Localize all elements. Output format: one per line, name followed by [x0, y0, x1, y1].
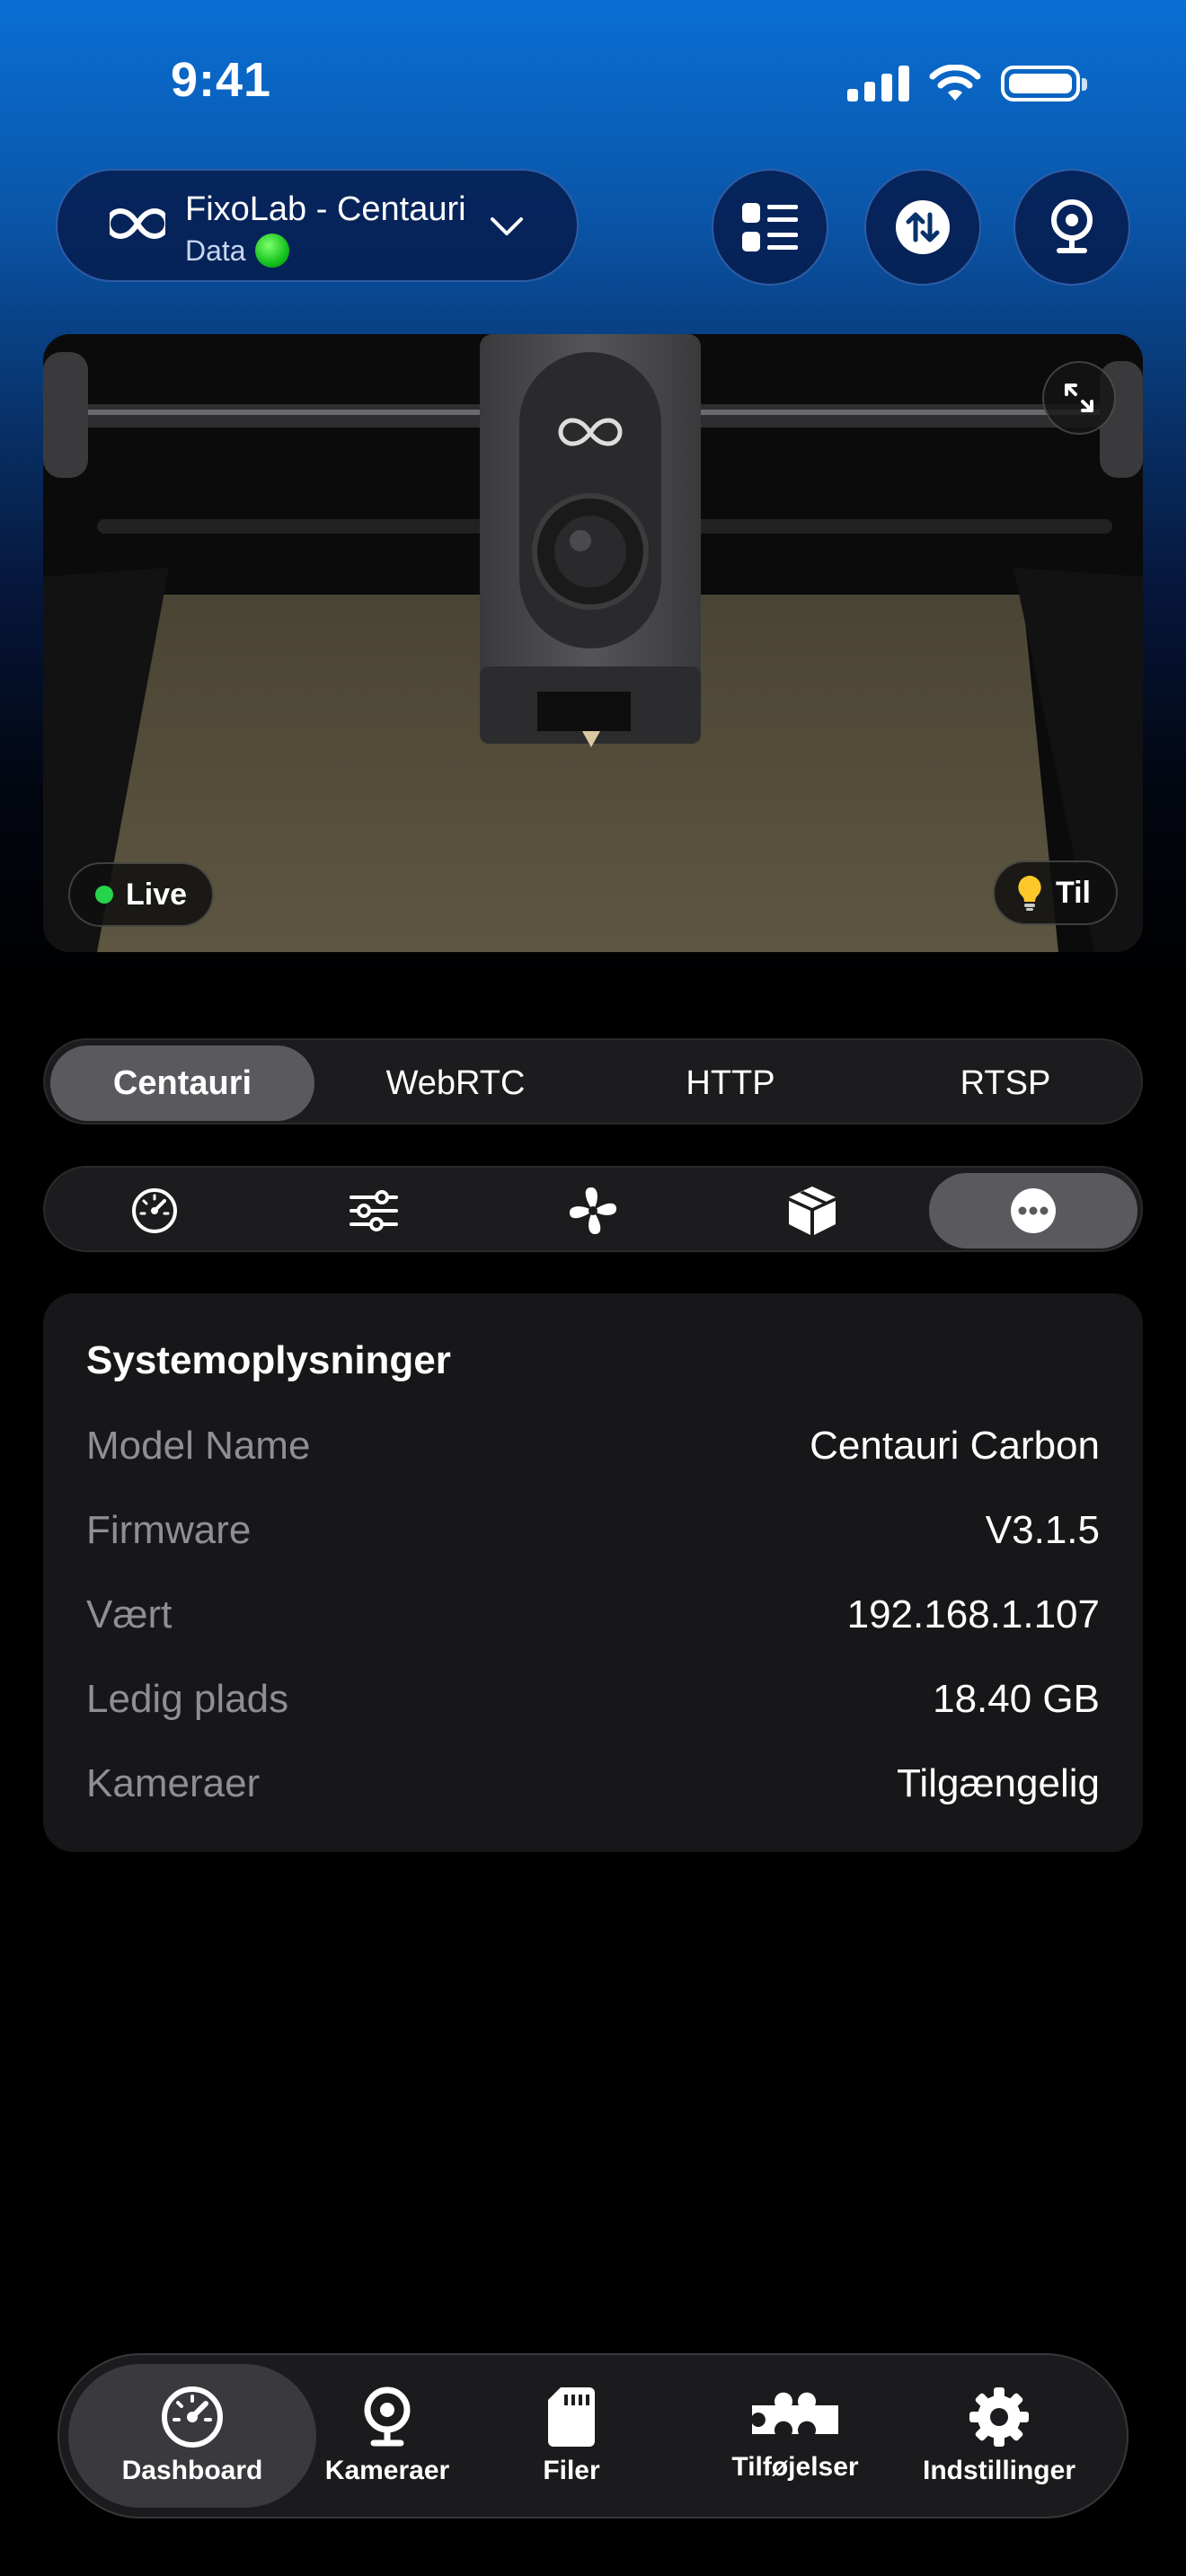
transfer-button[interactable]: [864, 169, 981, 286]
light-label: Til: [1055, 875, 1091, 910]
info-value: Centauri Carbon: [810, 1424, 1100, 1468]
chevron-down-icon: [491, 217, 523, 235]
info-row: Vært 192.168.1.107: [86, 1588, 1100, 1642]
camera-view[interactable]: Live Til: [43, 334, 1143, 952]
stream-option-http[interactable]: HTTP: [598, 1045, 863, 1121]
puzzle-icon: [752, 2392, 838, 2434]
tab-controls[interactable]: [270, 1173, 478, 1248]
printer-sub-label: Data: [185, 234, 246, 267]
info-row: Kameraer Tilgængelig: [86, 1757, 1100, 1811]
list-button[interactable]: [712, 169, 828, 286]
nav-label: Kameraer: [324, 2456, 450, 2485]
sliders-icon: [350, 1190, 398, 1231]
info-row: Ledig plads 18.40 GB: [86, 1672, 1100, 1726]
info-label: Vært: [86, 1592, 173, 1636]
status-time: 9:41: [171, 53, 272, 107]
bottom-tab-bar: Dashboard Kameraer Filer Tilføjelser Ind…: [58, 2353, 1128, 2519]
wifi-icon: [929, 65, 981, 101]
info-value: 18.40 GB: [933, 1677, 1100, 1721]
gauge-icon: [162, 2386, 223, 2448]
info-label: Model Name: [86, 1424, 311, 1468]
light-toggle[interactable]: Til: [992, 860, 1118, 925]
info-row: Firmware V3.1.5: [86, 1504, 1100, 1557]
printer-connection-status: Data: [185, 234, 289, 268]
list-icon: [742, 203, 798, 251]
gear-icon: [969, 2387, 1029, 2447]
fan-icon: [569, 1187, 617, 1235]
webcam-icon: [1051, 199, 1093, 253]
nav-files[interactable]: Filer: [527, 2364, 616, 2508]
live-badge: Live: [68, 862, 215, 927]
battery-icon: [1001, 66, 1087, 101]
info-value: Tilgængelig: [897, 1761, 1100, 1805]
info-value: V3.1.5: [985, 1508, 1100, 1552]
nav-label: Indstillinger: [922, 2456, 1075, 2485]
status-ok-indicator: [254, 234, 289, 268]
gauge-icon: [132, 1188, 177, 1233]
fullscreen-button[interactable]: [1042, 361, 1116, 435]
info-label: Ledig plads: [86, 1677, 289, 1721]
live-dot: [95, 886, 113, 904]
expand-icon: [1065, 384, 1093, 412]
stream-option-webrtc[interactable]: WebRTC: [323, 1045, 588, 1121]
nav-addons[interactable]: Tilføjelser: [719, 2364, 872, 2508]
system-info-title: Systemoplysninger: [86, 1338, 451, 1382]
transfer-icon: [896, 200, 950, 254]
nav-cameras[interactable]: Kameraer: [320, 2364, 455, 2508]
printer-name: FixoLab - Centauri: [185, 190, 466, 228]
stream-option-centauri[interactable]: Centauri: [50, 1045, 314, 1121]
camera-feed-image: [43, 334, 1143, 952]
sd-card-icon: [548, 2387, 595, 2447]
info-value: 192.168.1.107: [846, 1592, 1100, 1636]
tab-more[interactable]: [929, 1173, 1137, 1248]
stream-option-rtsp[interactable]: RTSP: [873, 1045, 1137, 1121]
system-info-card: Systemoplysninger Model Name Centauri Ca…: [43, 1293, 1143, 1852]
tab-fans[interactable]: [489, 1173, 697, 1248]
nav-label: Dashboard: [121, 2456, 263, 2485]
status-icons: [847, 65, 1087, 102]
info-label: Firmware: [86, 1508, 252, 1552]
tab-filament[interactable]: [708, 1173, 916, 1248]
info-row: Model Name Centauri Carbon: [86, 1419, 1100, 1473]
tab-status[interactable]: [50, 1173, 259, 1248]
light-bulb-icon: [1018, 876, 1041, 911]
nav-label: Tilføjelser: [731, 2452, 859, 2482]
webcam-button[interactable]: [1013, 169, 1130, 286]
cellular-signal-icon: [847, 66, 909, 101]
webcam-icon: [364, 2386, 411, 2447]
more-icon: [1011, 1188, 1056, 1233]
info-label: Kameraer: [86, 1761, 261, 1805]
nav-settings[interactable]: Indstillinger: [909, 2364, 1089, 2508]
panel-tab-bar: [43, 1166, 1143, 1252]
stream-source-selector: Centauri WebRTC HTTP RTSP: [43, 1038, 1143, 1125]
box-icon: [789, 1187, 836, 1235]
infinity-logo-icon: [110, 207, 165, 240]
printer-selector[interactable]: FixoLab - Centauri Data: [56, 169, 579, 282]
nav-dashboard[interactable]: Dashboard: [68, 2364, 316, 2508]
nav-label: Filer: [543, 2456, 600, 2485]
live-label: Live: [126, 877, 188, 912]
